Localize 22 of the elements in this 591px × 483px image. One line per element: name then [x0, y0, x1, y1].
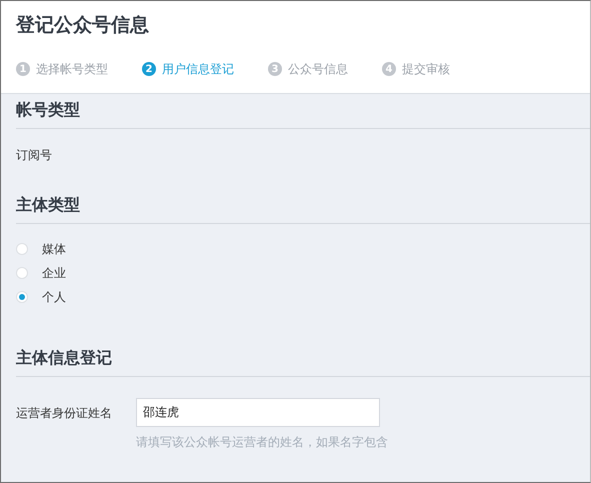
step-number-icon: 4: [382, 62, 396, 76]
radio-button[interactable]: [16, 291, 28, 303]
section-heading: 主体类型: [16, 194, 81, 216]
radio-label: 个人: [42, 289, 66, 306]
radio-label: 企业: [42, 265, 66, 282]
input-field[interactable]: 邵连虎: [136, 398, 380, 427]
section-heading: 主体信息登记: [16, 347, 113, 369]
section-heading: 帐号类型: [16, 99, 81, 121]
radio-button[interactable]: [16, 267, 28, 279]
step-number-icon: 2: [142, 62, 156, 76]
radio-label: 媒体: [42, 241, 66, 258]
step-number-icon: 1: [16, 62, 30, 76]
field-label: 运营者身份证姓名: [16, 404, 113, 422]
step-label: 提交审核: [402, 61, 450, 78]
step-number-icon: 3: [268, 62, 282, 76]
step-label: 用户信息登记: [162, 61, 234, 78]
page-title: 登记公众号信息: [16, 13, 150, 37]
radio-button[interactable]: [16, 243, 28, 255]
field-hint: 请填写该公众帐号运营者的姓名，如果名字包含: [136, 434, 389, 451]
account-type-value: 订阅号: [16, 148, 52, 162]
step-label: 公众号信息: [288, 61, 348, 78]
step-label: 选择帐号类型: [36, 61, 108, 78]
